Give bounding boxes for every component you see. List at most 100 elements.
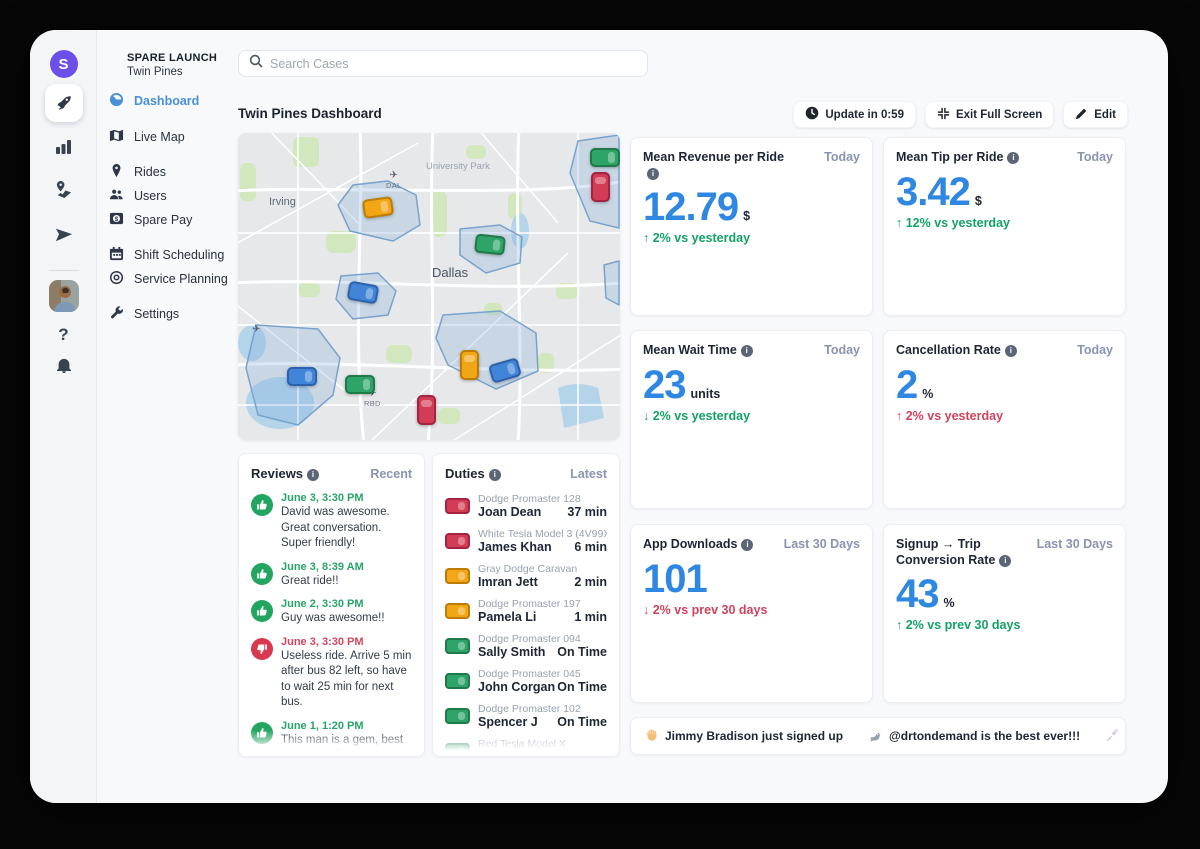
kpi-period[interactable]: Today [1077,343,1113,357]
kpi-period[interactable]: Today [1077,150,1113,164]
search-icon [249,54,263,73]
edit-button[interactable]: Edit [1063,101,1128,128]
reviews-title: Reviews [251,466,303,481]
info-icon[interactable] [1005,345,1017,357]
brand-block: SPARE LAUNCH Twin Pines [127,52,217,78]
kpi-title: Cancellation Rate [896,343,1001,357]
sidebar-item-dashboard[interactable]: Dashboard [109,92,199,110]
live-map[interactable]: Irving Dallas University Park ✈ DAL ✈ RB… [238,133,620,440]
kpi-card-cancellation: Cancellation Rate Today 2% ↑ 2% vs yeste… [883,330,1126,509]
duty-row[interactable]: Red Tesla Model X Ben MorganOn Time [433,734,619,757]
review-text: This man is a gem, best driver in tofino [281,733,412,757]
kpi-period[interactable]: Today [824,343,860,357]
info-icon[interactable] [741,539,753,551]
sidebar-item-label: Dashboard [134,94,199,108]
help-icon[interactable]: ? [58,325,68,345]
ticker-text: @drtondemand is the best ever!!! [889,729,1080,743]
kpi-period[interactable]: Today [824,150,860,164]
kpi-unit: $ [975,194,982,210]
duty-row[interactable]: Gray Dodge Caravan Imran Jett2 min [433,559,619,594]
arrow-up-icon: ↑ [643,231,649,245]
duty-row[interactable]: Dodge Promaster 197 Pamela Li1 min [433,594,619,629]
duty-driver: John Corgan [478,680,555,694]
sidebar-item-label: Settings [134,307,179,321]
sidebar-item-service-planning[interactable]: Service Planning [109,270,228,288]
review-timestamp: June 3, 8:39 AM [281,561,364,573]
vehicle-marker[interactable] [417,395,436,425]
review-item: June 1, 1:20 PMThis man is a gem, best d… [239,717,424,757]
update-timer-button[interactable]: Update in 0:59 [793,101,916,128]
duty-vehicle: Dodge Promaster 102 [478,703,607,715]
kpi-delta: ↑ 12% vs yesterday [896,216,1113,230]
sidebar-item-shift-scheduling[interactable]: Shift Scheduling [109,246,224,264]
sidebar-item-users[interactable]: Users [109,187,167,205]
rocket-launch-icon[interactable] [45,84,83,122]
duty-status: 1 min [574,610,607,624]
info-icon[interactable] [647,168,659,180]
sidebar-item-label: Service Planning [134,272,228,286]
sidebar-item-spare-pay[interactable]: $ Spare Pay [109,211,192,229]
activity-ticker: Jimmy Bradison just signed up @drtondema… [630,717,1126,755]
reviews-filter[interactable]: Recent [370,467,412,481]
vehicle-marker[interactable] [590,148,620,167]
van-icon [445,638,470,654]
info-icon[interactable] [1007,152,1019,164]
exit-fullscreen-button[interactable]: Exit Full Screen [925,101,1054,128]
analytics-bars-icon[interactable] [55,138,72,155]
duty-vehicle: Dodge Promaster 197 [478,598,607,610]
spare-logo-icon[interactable]: S [50,50,78,78]
rail-divider [49,270,79,271]
paper-plane-icon[interactable] [55,226,73,244]
clock-icon [805,106,819,123]
duties-filter[interactable]: Latest [570,467,607,481]
search-input[interactable] [270,57,637,71]
map-canvas [238,133,620,440]
vehicle-marker[interactable] [460,350,479,380]
kpi-delta: ↓ 2% vs prev 30 days [643,603,860,617]
brand-name: SPARE LAUNCH [127,52,217,64]
search-bar[interactable] [238,50,648,77]
duty-row[interactable]: White Tesla Model 3 (4V99X4 James Khan6 … [433,524,619,559]
sidebar-item-live-map[interactable]: Live Map [109,128,185,146]
vehicle-marker[interactable] [287,367,317,386]
review-timestamp: June 1, 1:20 PM [281,720,412,732]
kpi-value: 23 [643,367,686,403]
sidebar-item-label: Users [134,189,167,203]
info-icon[interactable] [999,555,1011,567]
vehicle-marker[interactable] [591,172,610,202]
thumbs-down-icon [251,638,273,660]
review-text: David was awesome. Great conversation. S… [281,505,412,552]
van-icon [445,708,470,724]
sidebar-item-label: Live Map [134,130,185,144]
sidebar-item-rides[interactable]: Rides [109,163,166,181]
rocket-icon [1106,728,1120,745]
arrow-up-icon: ↑ [896,216,902,230]
info-icon[interactable] [741,345,753,357]
bell-icon[interactable] [56,357,72,374]
kpi-period[interactable]: Last 30 Days [1037,537,1113,551]
kpi-period[interactable]: Last 30 Days [784,537,860,551]
duty-driver: Sally Smith [478,645,545,659]
van-icon [445,568,470,584]
review-timestamp: June 3, 3:30 PM [281,492,412,504]
org-name: Twin Pines [127,66,217,78]
map-pin-icon[interactable] [54,180,73,199]
vehicle-marker[interactable] [474,233,506,255]
wallet-icon: $ [109,211,124,229]
people-icon [109,187,124,205]
thumbs-up-icon [251,722,273,744]
vehicle-marker[interactable] [345,375,375,394]
bird-icon [869,728,883,745]
duty-row[interactable]: Dodge Promaster 128 Joan Dean37 min [433,489,619,524]
duty-row[interactable]: Dodge Promaster 102 Spencer JOn Time [433,699,619,734]
exit-fullscreen-label: Exit Full Screen [956,109,1042,121]
duty-driver: Spencer J [478,715,538,729]
info-icon[interactable] [489,469,501,481]
info-icon[interactable] [307,469,319,481]
duty-driver: James Khan [478,540,552,554]
duty-row[interactable]: Dodge Promaster 045 John CorganOn Time [433,664,619,699]
duty-row[interactable]: Dodge Promaster 094 Sally SmithOn Time [433,629,619,664]
sidebar-item-settings[interactable]: Settings [109,305,179,323]
user-avatar[interactable] [49,280,79,312]
duty-driver: Ben Morgan [478,750,550,757]
